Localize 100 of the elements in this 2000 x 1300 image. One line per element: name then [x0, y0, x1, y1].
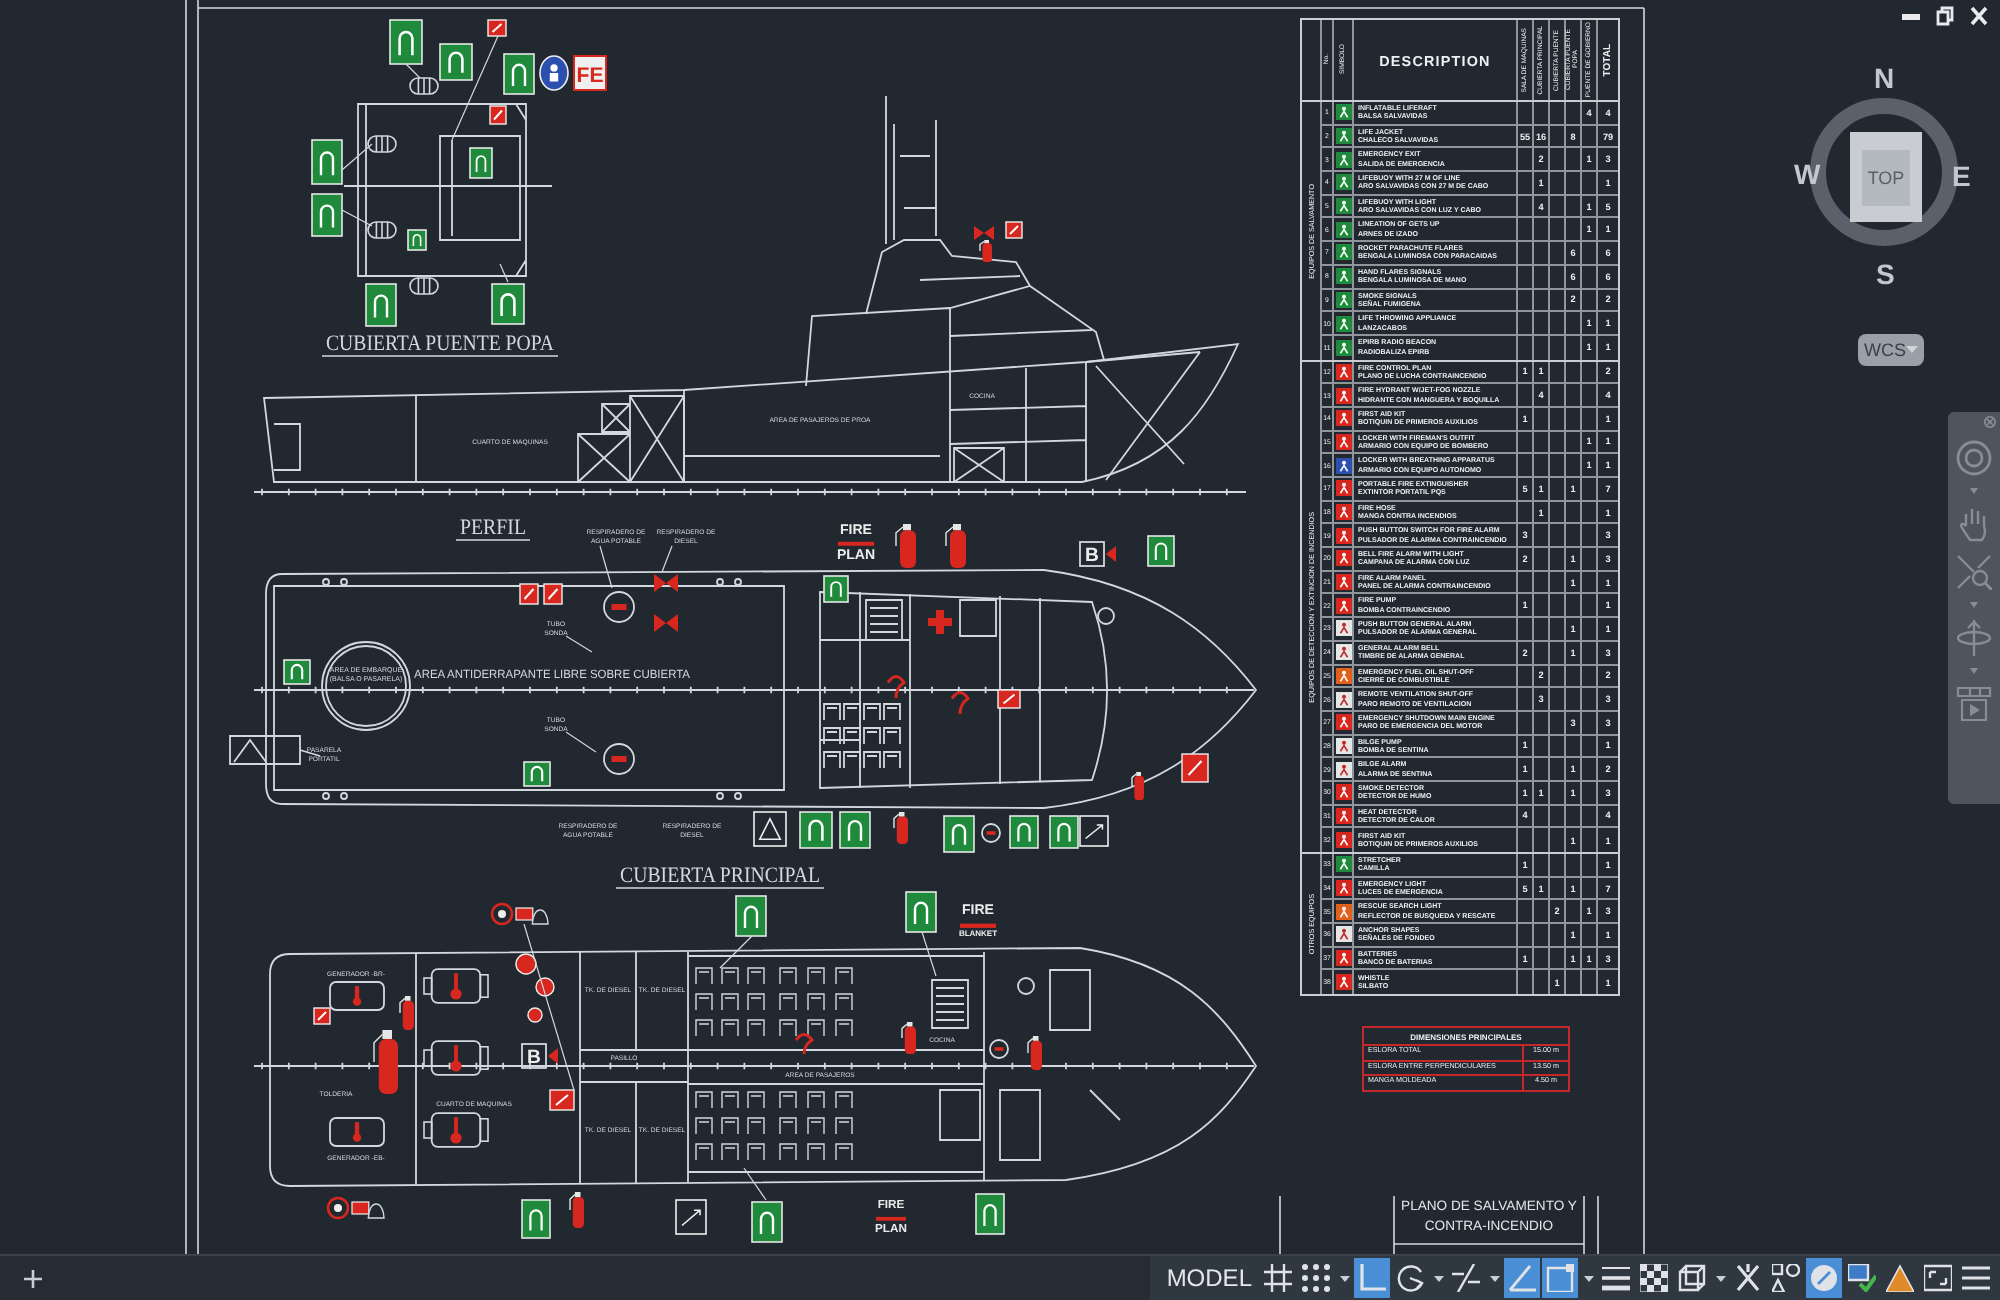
isolate-icon [1810, 1264, 1838, 1292]
leader-line [341, 209, 373, 227]
safety-sign-icon [469, 147, 493, 179]
safety-sign-icon [407, 229, 427, 251]
engine-icon [423, 968, 489, 1004]
fire-sign-icon [313, 1007, 331, 1025]
hook-icon [794, 1033, 814, 1055]
fire-sign-icon [997, 689, 1021, 709]
hook-icon [950, 691, 970, 715]
safety-sign-icon [1147, 535, 1175, 567]
circle-symbol-icon [603, 591, 635, 623]
coordinate-system-dropdown[interactable]: WCS [1858, 334, 1924, 366]
status-toggle-button[interactable] [1448, 1258, 1484, 1298]
caret-icon [1339, 1275, 1349, 1281]
fire-sign-icon [1181, 753, 1209, 783]
valve-icon [654, 614, 678, 632]
fire-sign-icon [543, 583, 563, 605]
liferaft-icon [367, 135, 397, 153]
liferaft-icon [409, 277, 439, 295]
menu-icon [1962, 1264, 1990, 1292]
safety-sign-icon [1049, 815, 1079, 849]
status-toggle-button[interactable] [1354, 1258, 1390, 1298]
caret-icon [1489, 1275, 1499, 1281]
letter-tile-sign: FE [573, 55, 607, 91]
safety-sign-icon [503, 53, 535, 95]
compass-north[interactable]: N [1874, 64, 1895, 92]
extinguisher-icon [945, 524, 966, 568]
monitor-check-icon [1848, 1264, 1876, 1292]
leader-line [661, 545, 673, 573]
status-toggle-button[interactable] [1636, 1258, 1672, 1298]
leader-line [499, 263, 509, 283]
shapes-icon [1772, 1264, 1800, 1292]
status-toggle-button[interactable] [1806, 1258, 1842, 1298]
status-toggle-button[interactable] [1768, 1258, 1804, 1298]
fire-sign-icon [1005, 221, 1023, 239]
view-title: CUBIERTA PRINCIPAL [620, 864, 843, 888]
leader-line [341, 143, 373, 171]
plus-icon [23, 1269, 41, 1287]
sign-icon [675, 1199, 707, 1235]
engine-icon [423, 1040, 489, 1076]
circle-symbol-icon [981, 823, 1001, 843]
liferaft-icon [367, 221, 397, 239]
view-title: CUBIERTA PUENTE POPA [326, 332, 582, 356]
extinguisher-icon [569, 1192, 584, 1228]
extinguisher-icon [901, 1022, 916, 1054]
caret-icon [1715, 1275, 1725, 1281]
status-toggle-button[interactable] [1844, 1258, 1880, 1298]
sign-icon [1079, 815, 1109, 847]
angle-icon [1508, 1264, 1536, 1292]
compass-east[interactable]: E [1952, 162, 1971, 190]
annotation-icon [1734, 1264, 1762, 1292]
safety-sign-icon [751, 1201, 783, 1243]
generator-icon [329, 1117, 385, 1147]
safety-sign-icon [823, 575, 849, 603]
caret-icon [1906, 346, 1918, 354]
valve-icon [654, 574, 678, 592]
safety-sign-icon [521, 1199, 551, 1239]
grid-icon [1264, 1264, 1292, 1292]
safety-sign-icon [905, 891, 937, 933]
leader-line [451, 35, 499, 141]
model-tab[interactable]: MODEL [1160, 1257, 1258, 1299]
safety-sign-icon [799, 811, 833, 849]
generator-icon [329, 981, 385, 1011]
safety-sign-icon [439, 43, 473, 81]
extinguisher-icon [1131, 772, 1144, 800]
letter-sign: B [521, 1043, 558, 1070]
caret-icon [1583, 1275, 1593, 1281]
safety-sign-icon [389, 19, 423, 65]
status-toggle-button[interactable] [1504, 1258, 1540, 1298]
safety-sign-icon [311, 139, 343, 185]
safety-sign-icon [839, 811, 871, 849]
restore-icon[interactable] [1936, 6, 1954, 26]
pump-icon [515, 953, 537, 975]
extinguisher-icon [893, 812, 908, 844]
safety-sign-icon [283, 659, 311, 685]
leader-line [719, 935, 753, 969]
status-toggle-button[interactable] [1260, 1258, 1296, 1298]
alarm-icon [490, 902, 549, 926]
safety-sign-icon [975, 1193, 1005, 1235]
cube-icon [1678, 1264, 1706, 1292]
status-toggle-button[interactable] [1542, 1258, 1578, 1298]
minimize-icon[interactable] [1902, 13, 1920, 19]
first-aid-cross-icon [928, 610, 952, 634]
ortho-icon [1358, 1264, 1386, 1292]
safety-sign-icon [735, 895, 767, 937]
liferaft-icon [409, 77, 439, 95]
round-sign-icon [539, 55, 569, 91]
status-toggle-button[interactable] [1298, 1258, 1334, 1298]
polar-icon [1396, 1264, 1424, 1292]
safety-sign-icon [491, 283, 525, 325]
safety-sign-icon [523, 761, 551, 787]
fire-sign-icon [549, 1089, 575, 1111]
safety-sign-icon [1009, 815, 1039, 849]
safety-sign-icon [311, 193, 343, 237]
snap-dots-icon [1302, 1264, 1330, 1292]
leader-line [743, 1167, 767, 1201]
tracking-icon [1452, 1264, 1480, 1292]
compass-west[interactable]: W [1794, 160, 1821, 188]
safety-sign-icon [943, 815, 975, 853]
compass-south[interactable]: S [1876, 260, 1895, 288]
